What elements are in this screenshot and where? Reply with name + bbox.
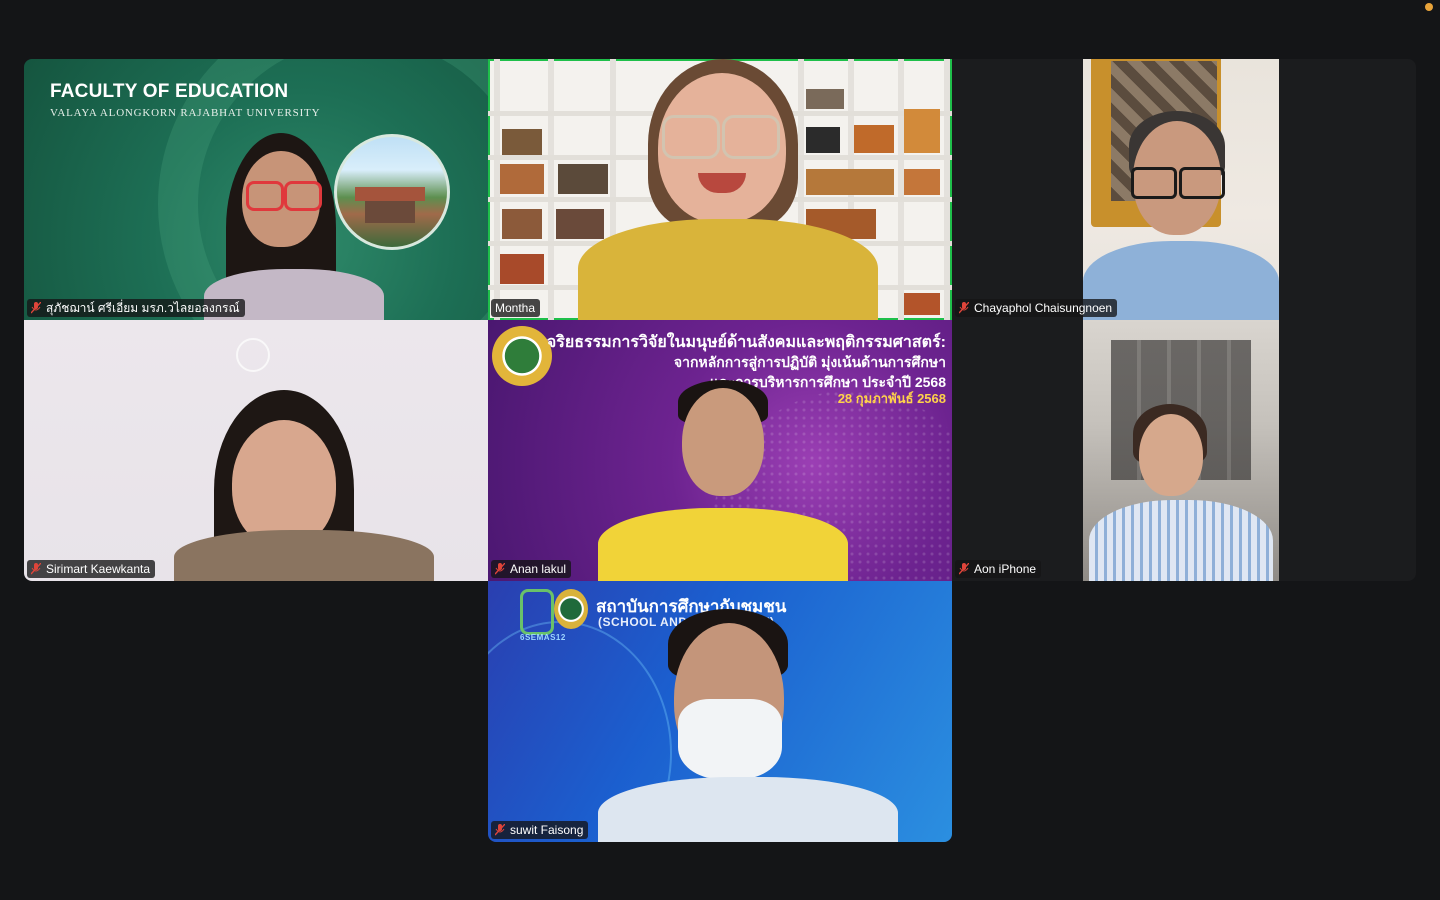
background-subtitle: จากหลักการสู่การปฏิบัติ มุ่งเน้นด้านการศ… (673, 354, 946, 370)
video-tile-participant-5[interactable]: จริยธรรมการวิจัยในมนุษย์ด้านสังคมและพฤติ… (488, 320, 952, 581)
university-logo (554, 589, 588, 629)
participant-name-tag: Montha (491, 299, 541, 317)
participant-name-tag: Anan lakul (491, 560, 572, 578)
video-tile-participant-6[interactable]: Aon iPhone (952, 320, 1416, 581)
video-tile-participant-2[interactable]: Montha (488, 59, 952, 320)
participant-name: Aon iPhone (974, 562, 1037, 576)
video-tile-participant-4[interactable]: Sirimart Kaewkanta (24, 320, 488, 581)
participant-video (558, 59, 888, 320)
participant-name: สุภัชฌาน์ ศรีเอี่ยม มรภ.วไลยอลงกรณ์ (46, 301, 240, 315)
participant-name-tag: Sirimart Kaewkanta (27, 560, 156, 578)
participant-name: Chayaphol Chaisungnoen (974, 301, 1113, 315)
face-mask (678, 699, 782, 779)
background-date: 28 กุมภาพันธ์ 2568 (837, 391, 946, 406)
background-code: 6SEMAS12 (520, 633, 566, 642)
participant-name-tag: Aon iPhone (955, 560, 1042, 578)
participant-name: Sirimart Kaewkanta (46, 562, 151, 576)
mic-muted-icon (495, 563, 505, 575)
mic-muted-icon (31, 302, 41, 314)
mic-muted-icon (959, 563, 969, 575)
participant-name: Montha (495, 301, 536, 315)
mic-muted-icon (31, 563, 41, 575)
university-logo (492, 326, 552, 386)
participant-name-tag: Chayaphol Chaisungnoen (955, 299, 1118, 317)
participant-name: suwit Faisong (510, 823, 584, 837)
school-logo (520, 589, 554, 635)
participant-video (1083, 59, 1279, 320)
participant-video (598, 607, 898, 842)
background-title: FACULTY OF EDUCATION (50, 81, 289, 102)
participant-name-tag: suwit Faisong (491, 821, 589, 839)
participant-video (194, 129, 394, 320)
video-tile-participant-1[interactable]: FACULTY OF EDUCATION VALAYA ALONGKORN RA… (24, 59, 488, 320)
video-tile-participant-3[interactable]: Chayaphol Chaisungnoen (952, 59, 1416, 320)
participant-video (1083, 320, 1279, 581)
video-tile-participant-7[interactable]: 6SEMAS12 สถาบันการศึกษากับชุมชน (SCHOOL … (488, 581, 952, 842)
participant-name: Anan lakul (510, 562, 567, 576)
mic-muted-icon (959, 302, 969, 314)
mic-muted-icon (495, 824, 505, 836)
participant-video (174, 380, 434, 581)
background-subtitle: VALAYA ALONGKORN RAJABHAT UNIVERSITY (50, 107, 321, 119)
participant-video (598, 378, 848, 581)
participant-name-tag: สุภัชฌาน์ ศรีเอี่ยม มรภ.วไลยอลงกรณ์ (27, 299, 245, 317)
status-indicator (1425, 3, 1433, 11)
